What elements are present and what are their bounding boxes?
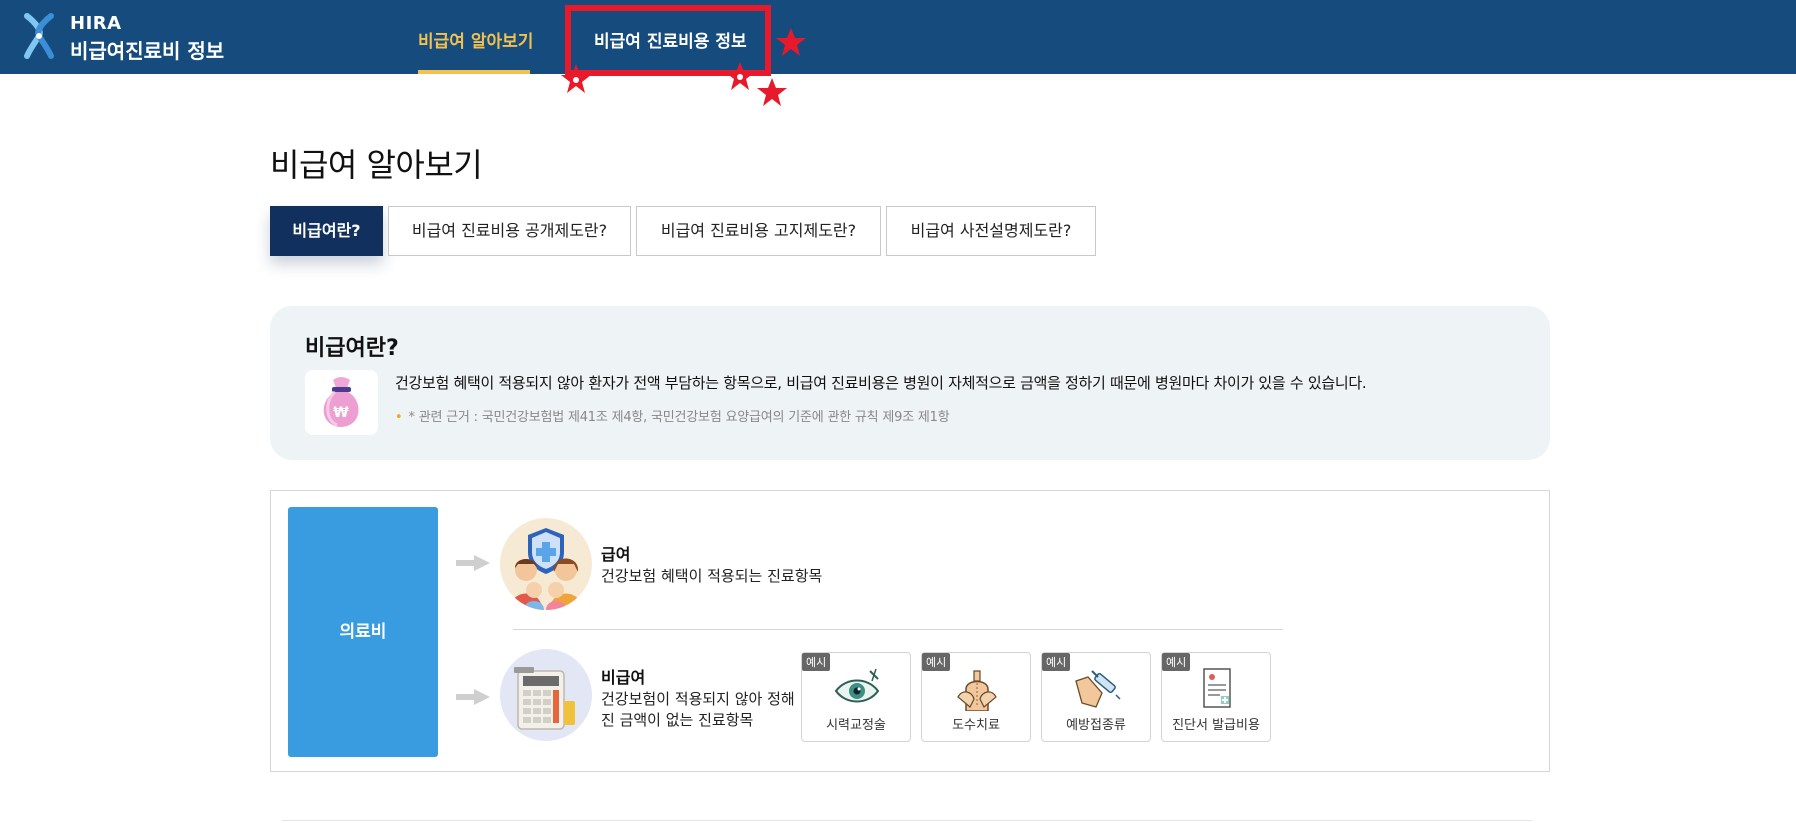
example-card-vision-correction[interactable]: 예시 시력교정술 bbox=[801, 652, 911, 742]
tab-what-is-noncovered[interactable]: 비급여란? bbox=[270, 206, 383, 256]
definition-text: 건강보험 혜택이 적용되지 않아 환자가 전액 부담하는 항목으로, 비급여 진… bbox=[395, 374, 1367, 392]
definition-title: 비급여란? bbox=[305, 336, 399, 361]
definition-panel: 비급여란? ₩ 건강보험 혜택이 적용되지 않아 환자가 전액 부담하는 항목으… bbox=[270, 306, 1550, 460]
top-header: HIRA 비급여진료비 정보 비급여 알아보기 비급여 진료비용 정보 bbox=[0, 0, 1796, 74]
money-bag-won-icon: ₩ bbox=[305, 370, 378, 435]
svg-text:₩: ₩ bbox=[333, 405, 349, 421]
example-badge: 예시 bbox=[802, 653, 831, 671]
noncovered-title: 비급여 bbox=[601, 668, 646, 687]
hira-logo-icon bbox=[24, 13, 54, 59]
arrow-right-icon bbox=[456, 689, 490, 705]
eye-icon bbox=[834, 668, 880, 703]
covered-title: 급여 bbox=[601, 545, 631, 564]
example-label: 예방접종류 bbox=[1066, 718, 1126, 733]
covered-desc: 건강보험 혜택이 적용되는 진료항목 bbox=[601, 567, 823, 585]
page-title: 비급여 알아보기 bbox=[270, 146, 483, 184]
section-separator bbox=[282, 820, 1532, 821]
tab-notification-system[interactable]: 비급여 진료비용 고지제도란? bbox=[636, 206, 881, 256]
medical-cost-diagram: 의료비 급여 건강보험 혜택이 적용되는 진료항목 비급여 건강보험이 적용되지… bbox=[270, 490, 1550, 772]
annotation-star-icon bbox=[757, 78, 787, 106]
example-badge: 예시 bbox=[922, 653, 951, 671]
example-label: 도수치료 bbox=[952, 718, 1000, 733]
tab-prior-explanation-system[interactable]: 비급여 사전설명제도란? bbox=[886, 206, 1096, 256]
arrow-right-icon bbox=[456, 555, 490, 571]
example-card-manual-therapy[interactable]: 예시 도수치료 bbox=[921, 652, 1031, 742]
nav-item-overview[interactable]: 비급여 알아보기 bbox=[418, 0, 533, 74]
annotation-highlight-box bbox=[565, 5, 771, 76]
site-logo[interactable]: HIRA 비급여진료비 정보 bbox=[22, 11, 242, 63]
bullet-dot: • bbox=[395, 410, 403, 425]
calculator-icon bbox=[500, 649, 592, 741]
certificate-icon bbox=[1203, 668, 1231, 708]
legal-basis-text: * 관련 근거 : 국민건강보험법 제41조 제4항, 국민건강보험 요양급여의… bbox=[408, 410, 950, 425]
example-card-certificate-fee[interactable]: 예시 진단서 발급비용 bbox=[1161, 652, 1271, 742]
example-badge: 예시 bbox=[1042, 653, 1071, 671]
syringe-icon bbox=[1075, 670, 1121, 708]
logo-text-title: 비급여진료비 정보 bbox=[70, 39, 225, 63]
tab-disclosure-system[interactable]: 비급여 진료비용 공개제도란? bbox=[388, 206, 631, 256]
example-label: 진단서 발급비용 bbox=[1172, 718, 1260, 733]
logo-text-hira: HIRA bbox=[70, 13, 122, 34]
example-label: 시력교정술 bbox=[826, 718, 886, 733]
medical-cost-box: 의료비 bbox=[288, 507, 438, 757]
example-badge: 예시 bbox=[1162, 653, 1191, 671]
section-divider bbox=[513, 629, 1283, 630]
example-card-vaccination[interactable]: 예시 예방접종류 bbox=[1041, 652, 1151, 742]
legal-basis-note: • * 관련 근거 : 국민건강보험법 제41조 제4항, 국민건강보험 요양급여… bbox=[395, 406, 950, 425]
family-shield-icon bbox=[500, 518, 592, 610]
manual-therapy-icon bbox=[957, 670, 997, 711]
noncovered-desc: 건강보험이 적용되지 않아 정해진 금액이 없는 진료항목 bbox=[601, 690, 795, 729]
